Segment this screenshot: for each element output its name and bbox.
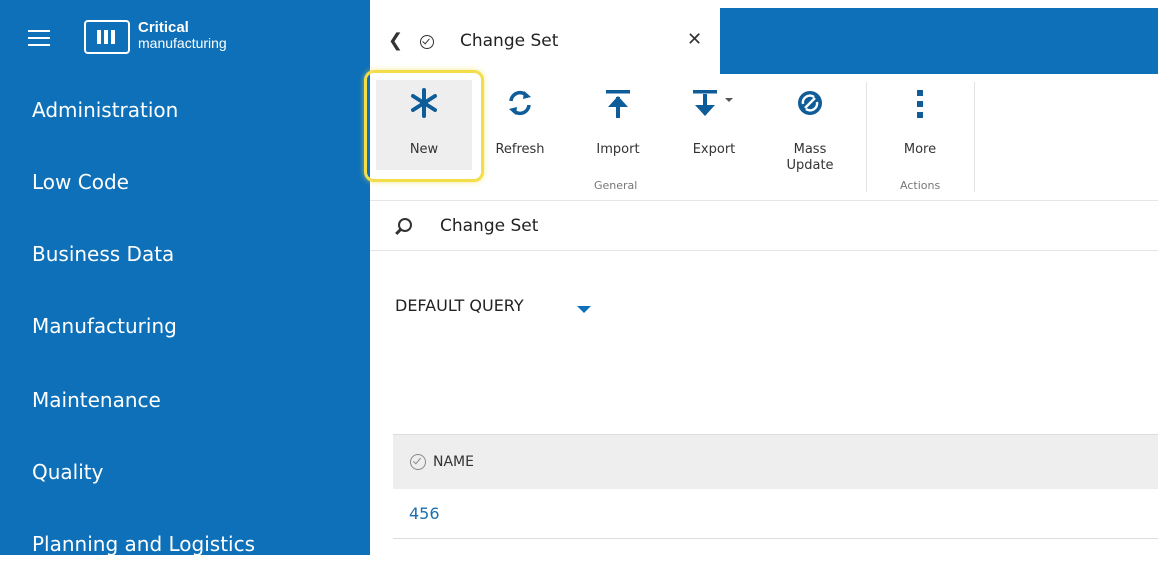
grid-header: NAME [393,434,1158,489]
tab-change-set[interactable]: ❮ Change Set ✕ [370,8,720,74]
chevron-left-icon[interactable]: ❮ [388,30,403,51]
ribbon-toolbar: New Refresh Import Export Mass Update Mo… [370,74,1158,201]
export-button[interactable]: Export [674,82,754,162]
query-selector[interactable]: DEFAULT QUERY [395,296,524,315]
mass-update-button[interactable]: Mass Update [770,82,850,173]
tab-bar-filler [720,8,1158,74]
ribbon-separator [866,82,867,192]
cell-name[interactable]: 456 [409,504,440,523]
sidebar-item-manufacturing[interactable]: Manufacturing [0,290,370,362]
more-vertical-icon [917,90,923,118]
hamburger-menu-icon[interactable] [28,30,50,46]
sidebar-header: Critical manufacturing [0,0,370,74]
export-icon [693,90,733,116]
sidebar-item-maintenance[interactable]: Maintenance [0,364,370,436]
import-label: Import [596,142,640,157]
refresh-icon [509,90,531,116]
mass-update-label-line2: Update [786,158,834,173]
sidebar-item-business-data[interactable]: Business Data [0,218,370,290]
table-row[interactable]: 456 [393,488,1158,539]
select-all-check-icon[interactable] [410,454,426,470]
sidebar: Critical manufacturing Administration Lo… [0,0,370,556]
logo-text: Critical manufacturing [138,20,227,50]
refresh-button[interactable]: Refresh [480,82,560,162]
logo-icon [84,20,130,54]
tab-title: Change Set [460,31,559,51]
check-circle-icon [420,35,434,49]
search-bar[interactable]: Change Set [370,200,1158,251]
export-label: Export [692,142,736,157]
column-header-name[interactable]: NAME [433,454,474,470]
sidebar-item-low-code[interactable]: Low Code [0,146,370,218]
mass-update-label: Mass Update [770,142,850,174]
caret-down-icon[interactable] [577,306,591,313]
refresh-label: Refresh [495,142,545,157]
new-button-highlight [364,70,484,182]
logo-line2: manufacturing [138,35,227,51]
search-label: Change Set [440,216,539,236]
search-icon[interactable] [398,218,412,232]
close-icon[interactable]: ✕ [687,29,702,50]
sidebar-item-planning-and-logistics[interactable]: Planning and Logistics [0,508,370,580]
more-button[interactable]: More [880,82,960,162]
more-label: More [903,142,937,157]
import-button[interactable]: Import [578,82,658,162]
mass-update-label-line1: Mass [793,142,827,157]
mass-update-icon [798,91,822,115]
ribbon-separator-end [974,82,975,192]
sidebar-item-quality[interactable]: Quality [0,436,370,508]
sidebar-item-administration[interactable]: Administration [0,74,370,146]
logo-line1: Critical [138,19,189,36]
tab-bar: ❮ Change Set ✕ [370,8,1158,74]
group-label-general: General [594,179,638,192]
group-label-actions: Actions [900,179,941,192]
import-icon [606,90,630,118]
